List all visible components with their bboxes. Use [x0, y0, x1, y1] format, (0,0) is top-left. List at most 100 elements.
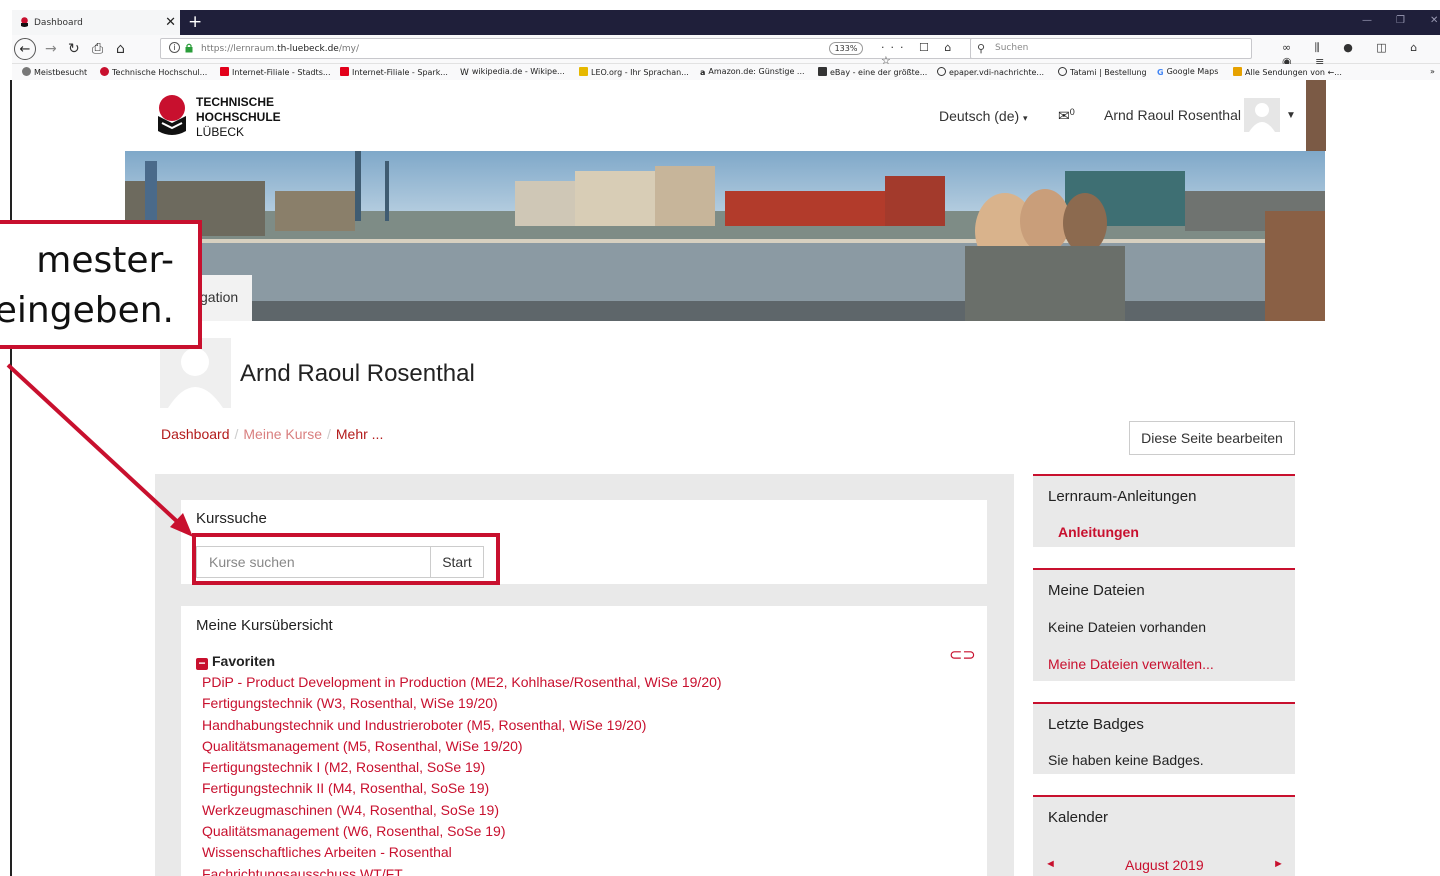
print-icon[interactable]: ⎙ [92, 41, 103, 57]
user-menu-name[interactable]: Arnd Raoul Rosenthal [1104, 107, 1241, 123]
new-tab-button[interactable]: + [188, 12, 202, 32]
edit-page-button[interactable]: Diese Seite bearbeiten [1129, 421, 1295, 455]
course-overview-title: Meine Kursübersicht [196, 617, 333, 634]
bookmark-item[interactable]: Wwikipedia.de - Wikipe... [460, 67, 565, 78]
wikipedia-icon: W [460, 68, 469, 78]
messages-button[interactable]: ✉0 [1058, 107, 1075, 125]
browser-navbar: ← → ↻ ⎙ ⌂ i https://lernraum.th-luebeck.… [12, 35, 1440, 68]
url-path: /my/ [338, 44, 360, 54]
media-icon [1233, 67, 1242, 76]
course-link[interactable]: Handhabungstechnik und Industrieroboter … [202, 715, 962, 736]
course-list: PDiP - Product Development in Production… [202, 672, 962, 876]
bookmark-item[interactable]: Alle Sendungen von ←... [1233, 67, 1342, 77]
ebay-icon [818, 67, 827, 76]
browser-titlebar: Dashboard ✕ + — ❐ ✕ [12, 10, 1440, 35]
search-placeholder: Suchen [995, 43, 1029, 53]
navigation-tab[interactable]: gation [198, 275, 252, 321]
browser-search-input[interactable]: ⚲ Suchen [970, 38, 1252, 59]
bookmark-item[interactable]: Tatami | Bestellung [1058, 67, 1147, 77]
google-icon: G [1157, 68, 1164, 77]
course-link[interactable]: Qualitätsmanagement (M5, Rosenthal, WiSe… [202, 736, 962, 757]
course-link[interactable]: Qualitätsmanagement (W6, Rosenthal, SoSe… [202, 821, 962, 842]
bookmark-item[interactable]: Technische Hochschul... [100, 67, 207, 77]
bookmarks-bar: Meistbesucht Technische Hochschul... Int… [12, 64, 1440, 80]
badges-empty-text: Sie haben keine Badges. [1048, 752, 1204, 768]
lock-icon [185, 43, 193, 53]
toggle-icon[interactable]: ⊂⊃ [949, 645, 976, 665]
address-bar[interactable]: i https://lernraum.th-luebeck.de/my/ 133… [160, 38, 978, 67]
th-logo-icon[interactable] [156, 95, 188, 137]
course-link[interactable]: Fertigungstechnik I (M2, Rosenthal, SoSe… [202, 757, 962, 778]
tab-title: Dashboard [34, 17, 83, 28]
navigation-tab-label: gation [200, 289, 239, 305]
manage-files-link[interactable]: Meine Dateien verwalten... [1048, 656, 1214, 672]
bookmark-item[interactable]: Internet-Filiale - Spark... [340, 67, 448, 77]
gear-icon [22, 67, 31, 76]
language-menu[interactable]: Deutsch (de) ▾ [939, 108, 1028, 124]
bookmark-item[interactable]: LEO.org - Ihr Sprachan... [579, 67, 689, 77]
home-icon[interactable]: ⌂ [116, 41, 125, 57]
url-text: https://lernraum.th-luebeck.de/my/ [201, 44, 359, 54]
site-header: TECHNISCHE HOCHSCHULE LÜBECK Deutsch (de… [146, 80, 1306, 151]
course-link[interactable]: Fertigungstechnik II (M4, Rosenthal, SoS… [202, 778, 962, 799]
favorites-toggle[interactable]: − Favoriten [196, 653, 275, 670]
course-search-title: Kurssuche [196, 510, 267, 527]
annotation-callout: mester- eingeben. [0, 220, 202, 349]
window-border [10, 80, 12, 876]
bookmark-item[interactable]: epaper.vdi-nachrichte... [937, 67, 1044, 77]
calendar-title: Kalender [1048, 809, 1109, 826]
calendar-prev-icon[interactable]: ◄ [1045, 858, 1056, 870]
th-favicon-icon [21, 17, 28, 27]
user-avatar[interactable] [1244, 98, 1280, 132]
back-icon[interactable]: ← [14, 38, 36, 60]
zoom-badge[interactable]: 133% [829, 42, 863, 55]
course-link[interactable]: Wissenschaftliches Arbeiten - Rosenthal [202, 842, 962, 863]
calendar-month-link[interactable]: August 2019 [1125, 857, 1204, 873]
callout-line-1: mester- [36, 240, 174, 281]
collapse-icon: − [196, 657, 208, 670]
page-info-icon[interactable]: i [169, 42, 180, 53]
caret-down-icon: ▾ [1023, 113, 1028, 123]
screenshot-root: Dashboard ✕ + — ❐ ✕ ← → ↻ ⎙ ⌂ i https://… [0, 0, 1440, 876]
forward-icon[interactable]: → [45, 41, 57, 57]
user-menu-caret-icon[interactable]: ▼ [1286, 110, 1296, 121]
guides-link[interactable]: Anleitungen [1058, 524, 1139, 540]
url-prefix: https://lernraum. [201, 44, 278, 54]
bookmark-item[interactable]: a Amazon.de: Günstige ... [700, 67, 805, 77]
default-user-icon [1249, 103, 1275, 132]
reload-icon[interactable]: ↻ [68, 41, 80, 57]
breadcrumb-separator: / [326, 426, 331, 442]
breadcrumb-my-courses[interactable]: Meine Kurse [243, 426, 322, 442]
course-link[interactable]: PDiP - Product Development in Production… [202, 672, 962, 693]
envelope-icon: ✉ [1058, 107, 1070, 124]
bookmark-item[interactable]: G Google Maps [1157, 67, 1218, 77]
course-link[interactable]: Werkzeugmaschinen (W4, Rosenthal, SoSe 1… [202, 800, 962, 821]
files-empty-text: Keine Dateien vorhanden [1048, 619, 1207, 635]
breadcrumb-dashboard[interactable]: Dashboard [161, 426, 230, 442]
course-link[interactable]: Fertigungstechnik (W3, Rosenthal, WiSe 1… [202, 693, 962, 714]
course-link[interactable]: Fachrichtungsausschuss WT/FT [202, 864, 962, 876]
minimize-icon[interactable]: — [1362, 15, 1372, 26]
close-window-icon[interactable]: ✕ [1430, 15, 1438, 26]
favorites-label: Favoriten [212, 653, 276, 669]
badges-title: Letzte Badges [1048, 716, 1144, 733]
calendar-next-icon[interactable]: ► [1273, 858, 1284, 870]
tab-close-icon[interactable]: ✕ [165, 15, 176, 30]
files-title: Meine Dateien [1048, 582, 1145, 599]
bookmarks-overflow-icon[interactable]: » [1430, 67, 1435, 76]
bookmark-item[interactable]: eBay - eine der größte... [818, 67, 927, 77]
badges-block: Letzte Badges Sie haben keine Badges. [1033, 702, 1295, 774]
files-block: Meine Dateien Keine Dateien vorhanden Me… [1033, 568, 1295, 681]
site-logo-text[interactable]: TECHNISCHE HOCHSCHULE LÜBECK [196, 95, 281, 140]
browser-tab-dashboard[interactable]: Dashboard ✕ [12, 10, 180, 35]
globe-icon [937, 67, 946, 76]
page-title: Arnd Raoul Rosenthal [240, 360, 475, 387]
bookmark-item[interactable]: Internet-Filiale - Stadts... [220, 67, 331, 77]
bookmark-item[interactable]: Meistbesucht [22, 67, 87, 77]
annotation-highlight-box [192, 533, 500, 585]
search-icon: ⚲ [977, 42, 986, 55]
amazon-icon: a [700, 68, 706, 77]
sparkasse-icon [220, 67, 229, 76]
restore-icon[interactable]: ❐ [1396, 15, 1405, 26]
breadcrumb-more[interactable]: Mehr ... [336, 426, 383, 442]
